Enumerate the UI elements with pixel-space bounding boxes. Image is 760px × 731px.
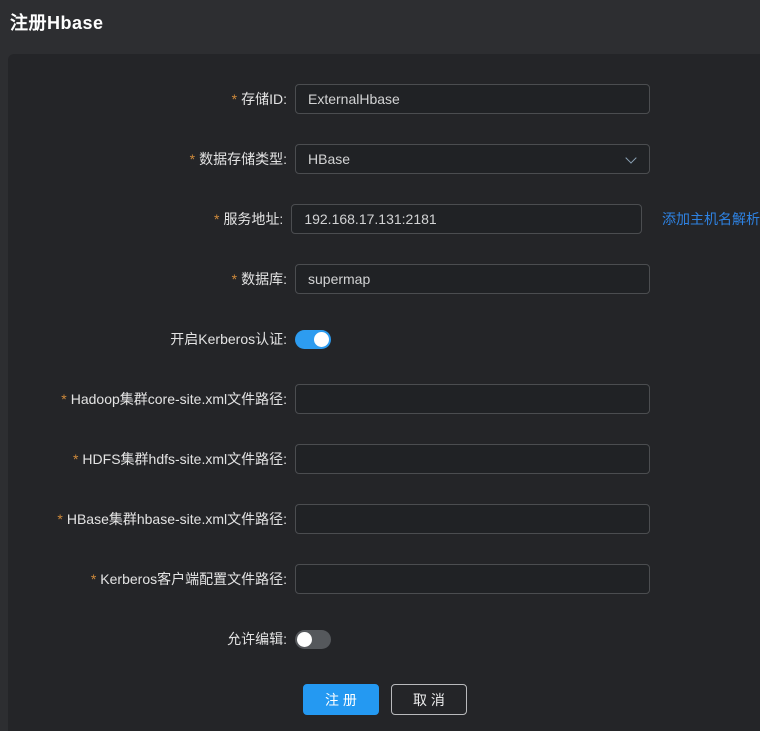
store-type-select[interactable]: HBase <box>295 144 650 174</box>
form-row-kerberos-auth: 开启Kerberos认证: <box>8 324 760 354</box>
required-marker: * <box>57 511 62 527</box>
required-marker: * <box>91 571 96 587</box>
core-site-path-input[interactable] <box>295 384 650 414</box>
kerberos-auth-toggle[interactable] <box>295 330 331 349</box>
hdfs-site-path-label: *HDFS集群hdfs-site.xml文件路径: <box>8 449 295 469</box>
form-actions: 注 册 取 消 <box>303 684 760 715</box>
store-type-label: *数据存储类型: <box>8 149 295 169</box>
kerberos-client-config-path-input[interactable] <box>295 564 650 594</box>
form-row-hdfs-site-path: *HDFS集群hdfs-site.xml文件路径: <box>8 444 760 474</box>
required-marker: * <box>232 271 237 287</box>
add-hostname-resolution-link[interactable]: 添加主机名解析 <box>662 209 760 229</box>
core-site-path-label: *Hadoop集群core-site.xml文件路径: <box>8 389 295 409</box>
required-marker: * <box>232 91 237 107</box>
form-row-database: *数据库: <box>8 264 760 294</box>
hbase-site-path-label: *HBase集群hbase-site.xml文件路径: <box>8 509 295 529</box>
form-row-storage-id: *存储ID: <box>8 84 760 114</box>
hbase-site-path-input[interactable] <box>295 504 650 534</box>
required-marker: * <box>214 211 219 227</box>
store-type-selected-value: HBase <box>308 151 350 167</box>
page-title: 注册Hbase <box>10 9 760 35</box>
hdfs-site-path-input[interactable] <box>295 444 650 474</box>
allow-edit-label: 允许编辑: <box>8 629 295 649</box>
required-marker: * <box>73 451 78 467</box>
toggle-knob <box>297 632 312 647</box>
database-input[interactable] <box>295 264 650 294</box>
form-row-store-type: *数据存储类型: HBase <box>8 144 760 174</box>
kerberos-auth-label: 开启Kerberos认证: <box>8 329 295 349</box>
form-row-service-address: *服务地址: 添加主机名解析 <box>8 204 760 234</box>
form-row-kerberos-client-config-path: *Kerberos客户端配置文件路径: <box>8 564 760 594</box>
required-marker: * <box>61 391 66 407</box>
form-row-hbase-site-path: *HBase集群hbase-site.xml文件路径: <box>8 504 760 534</box>
page-header: 注册Hbase <box>0 0 760 54</box>
form-row-allow-edit: 允许编辑: <box>8 624 760 654</box>
allow-edit-toggle[interactable] <box>295 630 331 649</box>
storage-id-input[interactable] <box>295 84 650 114</box>
database-label: *数据库: <box>8 269 295 289</box>
chevron-down-icon <box>625 152 636 163</box>
toggle-knob <box>314 332 329 347</box>
service-address-input[interactable] <box>291 204 642 234</box>
form-row-core-site-path: *Hadoop集群core-site.xml文件路径: <box>8 384 760 414</box>
storage-id-label: *存储ID: <box>8 89 295 109</box>
register-button[interactable]: 注 册 <box>303 684 379 715</box>
register-hbase-form-panel: *存储ID: *数据存储类型: HBase *服务地址: 添加主机名解析 *数据… <box>8 54 760 731</box>
required-marker: * <box>190 151 195 167</box>
kerberos-client-config-path-label: *Kerberos客户端配置文件路径: <box>8 569 295 589</box>
cancel-button[interactable]: 取 消 <box>391 684 467 715</box>
service-address-label: *服务地址: <box>8 209 291 229</box>
